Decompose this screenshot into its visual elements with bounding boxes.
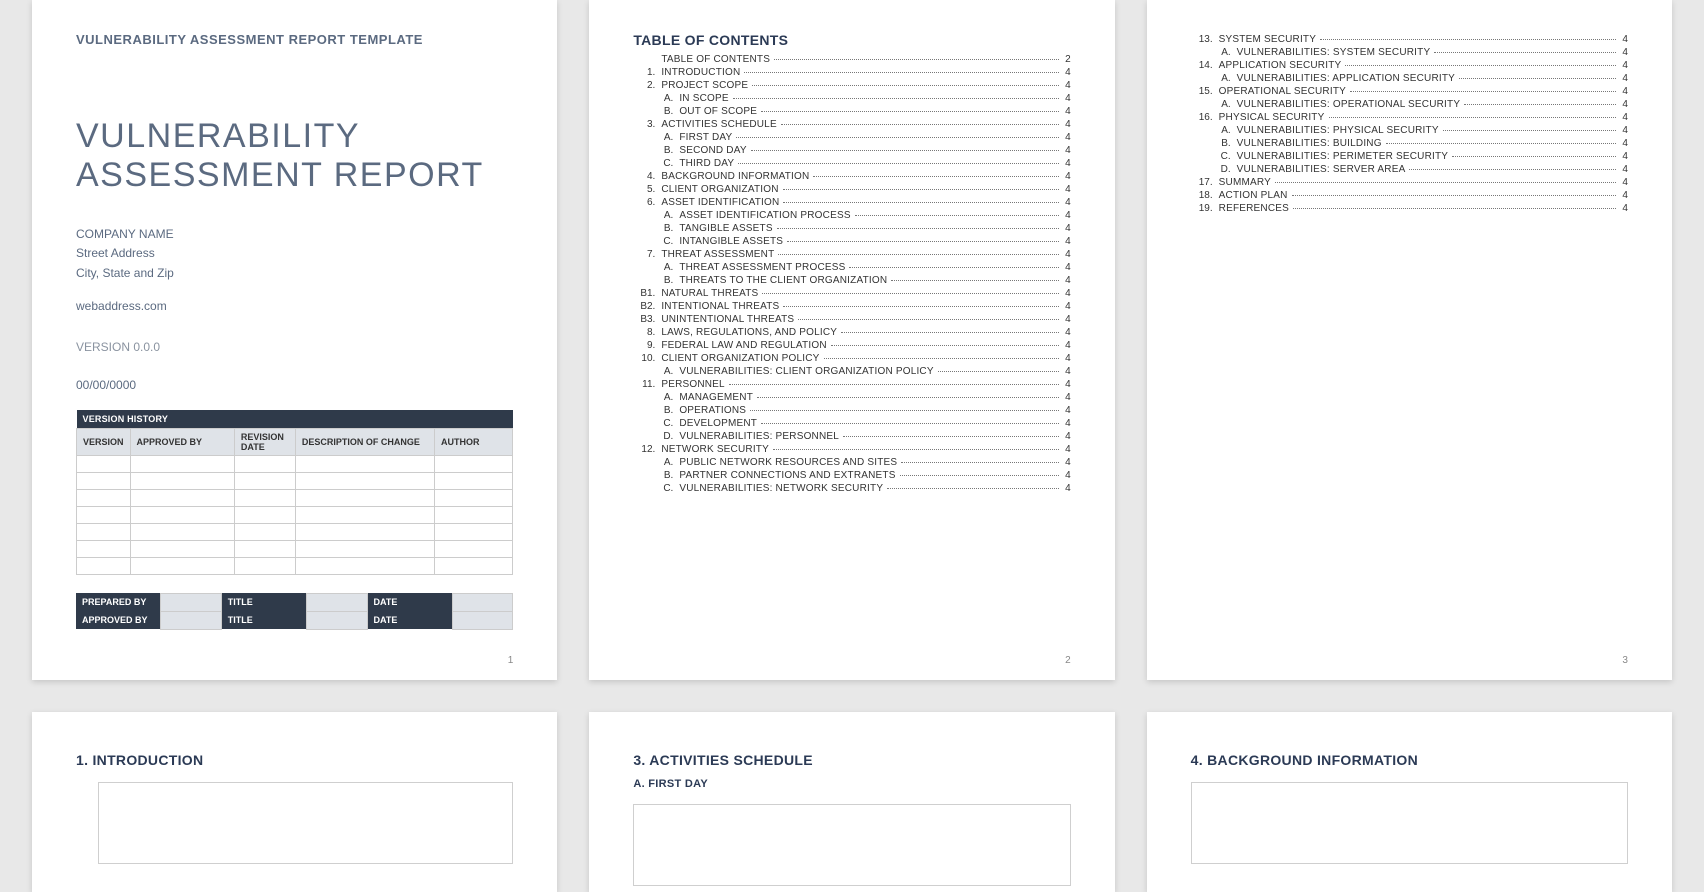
company-web: webaddress.com xyxy=(76,297,513,316)
toc-entry: C.VULNERABILITIES: PERIMETER SECURITY4 xyxy=(1191,151,1628,162)
toc-entry: C.INTANGIBLE ASSETS4 xyxy=(633,236,1070,247)
page-4: 1. INTRODUCTION xyxy=(32,712,557,892)
toc-entry: B.SECOND DAY4 xyxy=(633,145,1070,156)
date-label: 00/00/0000 xyxy=(76,378,513,392)
toc-entry: TABLE OF CONTENTS2 xyxy=(633,54,1070,65)
toc-entry: A.VULNERABILITIES: CLIENT ORGANIZATION P… xyxy=(633,366,1070,377)
toc-entry: 10.CLIENT ORGANIZATION POLICY4 xyxy=(633,353,1070,364)
toc-entry: D.VULNERABILITIES: PERSONNEL4 xyxy=(633,431,1070,442)
approved-by-label: APPROVED BY xyxy=(76,611,161,629)
toc-entry: B.OUT OF SCOPE4 xyxy=(633,106,1070,117)
toc-entry: C.DEVELOPMENT4 xyxy=(633,418,1070,429)
version-history-title: VERSION HISTORY xyxy=(77,410,513,429)
version-history-header: VERSION APPROVED BY REVISION DATE DESCRI… xyxy=(77,428,513,455)
page-3: 13.SYSTEM SECURITY4 A.VULNERABILITIES: SY… xyxy=(1147,0,1672,680)
toc-list-cont: 13.SYSTEM SECURITY4 A.VULNERABILITIES: SY… xyxy=(1191,34,1628,214)
page-number: 3 xyxy=(1622,655,1628,666)
toc-entry: C.VULNERABILITIES: NETWORK SECURITY4 xyxy=(633,483,1070,494)
toc-entry: A.THREAT ASSESSMENT PROCESS4 xyxy=(633,262,1070,273)
page-5: 3. ACTIVITIES SCHEDULE A. FIRST DAY xyxy=(589,712,1114,892)
content-box xyxy=(98,782,513,864)
toc-entry: 15.OPERATIONAL SECURITY4 xyxy=(1191,86,1628,97)
toc-entry: B.PARTNER CONNECTIONS AND EXTRANETS4 xyxy=(633,470,1070,481)
document-grid: VULNERABILITY ASSESSMENT REPORT TEMPLATE… xyxy=(0,0,1704,892)
company-street: Street Address xyxy=(76,246,155,260)
toc-title: TABLE OF CONTENTS xyxy=(633,32,1070,48)
date-col-label: DATE xyxy=(367,593,452,611)
toc-entry: A.VULNERABILITIES: PHYSICAL SECURITY4 xyxy=(1191,125,1628,136)
table-row xyxy=(77,472,513,489)
toc-entry: 13.SYSTEM SECURITY4 xyxy=(1191,34,1628,45)
table-row xyxy=(77,489,513,506)
toc-entry: 5.CLIENT ORGANIZATION4 xyxy=(633,184,1070,195)
toc-entry: B.OPERATIONS4 xyxy=(633,405,1070,416)
toc-entry: A.VULNERABILITIES: SYSTEM SECURITY4 xyxy=(1191,47,1628,58)
company-block: COMPANY NAME Street Address City, State … xyxy=(76,225,513,316)
toc-entry: B.TANGIBLE ASSETS4 xyxy=(633,223,1070,234)
toc-entry: 14.APPLICATION SECURITY4 xyxy=(1191,60,1628,71)
template-label: VULNERABILITY ASSESSMENT REPORT TEMPLATE xyxy=(76,32,513,47)
prepared-by-label: PREPARED BY xyxy=(76,593,161,611)
page-number: 1 xyxy=(508,655,514,666)
toc-entry: B3.UNINTENTIONAL THREATS4 xyxy=(633,314,1070,325)
table-row xyxy=(77,540,513,557)
company-csz: City, State and Zip xyxy=(76,266,174,280)
table-row xyxy=(77,455,513,472)
toc-entry: 8.LAWS, REGULATIONS, AND POLICY4 xyxy=(633,327,1070,338)
toc-entry: 17.SUMMARY4 xyxy=(1191,177,1628,188)
toc-entry: 1.INTRODUCTION4 xyxy=(633,67,1070,78)
toc-entry: 12.NETWORK SECURITY4 xyxy=(633,444,1070,455)
toc-entry: 16.PHYSICAL SECURITY4 xyxy=(1191,112,1628,123)
toc-entry: B.VULNERABILITIES: BUILDING4 xyxy=(1191,138,1628,149)
version-history-table: VERSION HISTORY VERSION APPROVED BY REVI… xyxy=(76,410,513,575)
toc-entry: 9.FEDERAL LAW AND REGULATION4 xyxy=(633,340,1070,351)
table-row xyxy=(77,523,513,540)
page-2: TABLE OF CONTENTS TABLE OF CONTENTS2 1.IN… xyxy=(589,0,1114,680)
toc-entry: 6.ASSET IDENTIFICATION4 xyxy=(633,197,1070,208)
toc-entry: 3.ACTIVITIES SCHEDULE4 xyxy=(633,119,1070,130)
document-title: VULNERABILITY ASSESSMENT REPORT xyxy=(76,117,513,195)
toc-entry: B1.NATURAL THREATS4 xyxy=(633,288,1070,299)
subsection-first-day: A. FIRST DAY xyxy=(633,778,1070,790)
toc-entry: 11.PERSONNEL4 xyxy=(633,379,1070,390)
toc-entry: A.PUBLIC NETWORK RESOURCES AND SITES4 xyxy=(633,457,1070,468)
signoff-table: PREPARED BY TITLE DATE APPROVED BY TITLE… xyxy=(76,593,513,630)
page-1: VULNERABILITY ASSESSMENT REPORT TEMPLATE… xyxy=(32,0,557,680)
toc-list: TABLE OF CONTENTS2 1.INTRODUCTION4 2.PROJE… xyxy=(633,54,1070,494)
toc-entry: A.MANAGEMENT4 xyxy=(633,392,1070,403)
toc-entry: 19.REFERENCES4 xyxy=(1191,203,1628,214)
toc-entry: B.THREATS TO THE CLIENT ORGANIZATION4 xyxy=(633,275,1070,286)
toc-entry: A.ASSET IDENTIFICATION PROCESS4 xyxy=(633,210,1070,221)
toc-entry: 18.ACTION PLAN4 xyxy=(1191,190,1628,201)
toc-entry: A.IN SCOPE4 xyxy=(633,93,1070,104)
content-box xyxy=(1191,782,1628,864)
section-background: 4. BACKGROUND INFORMATION xyxy=(1191,752,1628,768)
table-row xyxy=(77,506,513,523)
content-box xyxy=(633,804,1070,886)
page-number: 2 xyxy=(1065,655,1071,666)
title-label: TITLE xyxy=(221,593,306,611)
table-row xyxy=(77,557,513,574)
page-6: 4. BACKGROUND INFORMATION xyxy=(1147,712,1672,892)
toc-entry: 4.BACKGROUND INFORMATION4 xyxy=(633,171,1070,182)
section-introduction: 1. INTRODUCTION xyxy=(76,752,513,768)
toc-entry: A.FIRST DAY4 xyxy=(633,132,1070,143)
section-activities: 3. ACTIVITIES SCHEDULE xyxy=(633,752,1070,768)
toc-entry: D.VULNERABILITIES: SERVER AREA4 xyxy=(1191,164,1628,175)
version-label: VERSION 0.0.0 xyxy=(76,340,513,354)
toc-entry: C.THIRD DAY4 xyxy=(633,158,1070,169)
toc-entry: A.VULNERABILITIES: OPERATIONAL SECURITY4 xyxy=(1191,99,1628,110)
company-name: COMPANY NAME xyxy=(76,227,174,241)
toc-entry: 7.THREAT ASSESSMENT4 xyxy=(633,249,1070,260)
toc-entry: A.VULNERABILITIES: APPLICATION SECURITY4 xyxy=(1191,73,1628,84)
toc-entry: B2.INTENTIONAL THREATS4 xyxy=(633,301,1070,312)
toc-entry: 2.PROJECT SCOPE4 xyxy=(633,80,1070,91)
